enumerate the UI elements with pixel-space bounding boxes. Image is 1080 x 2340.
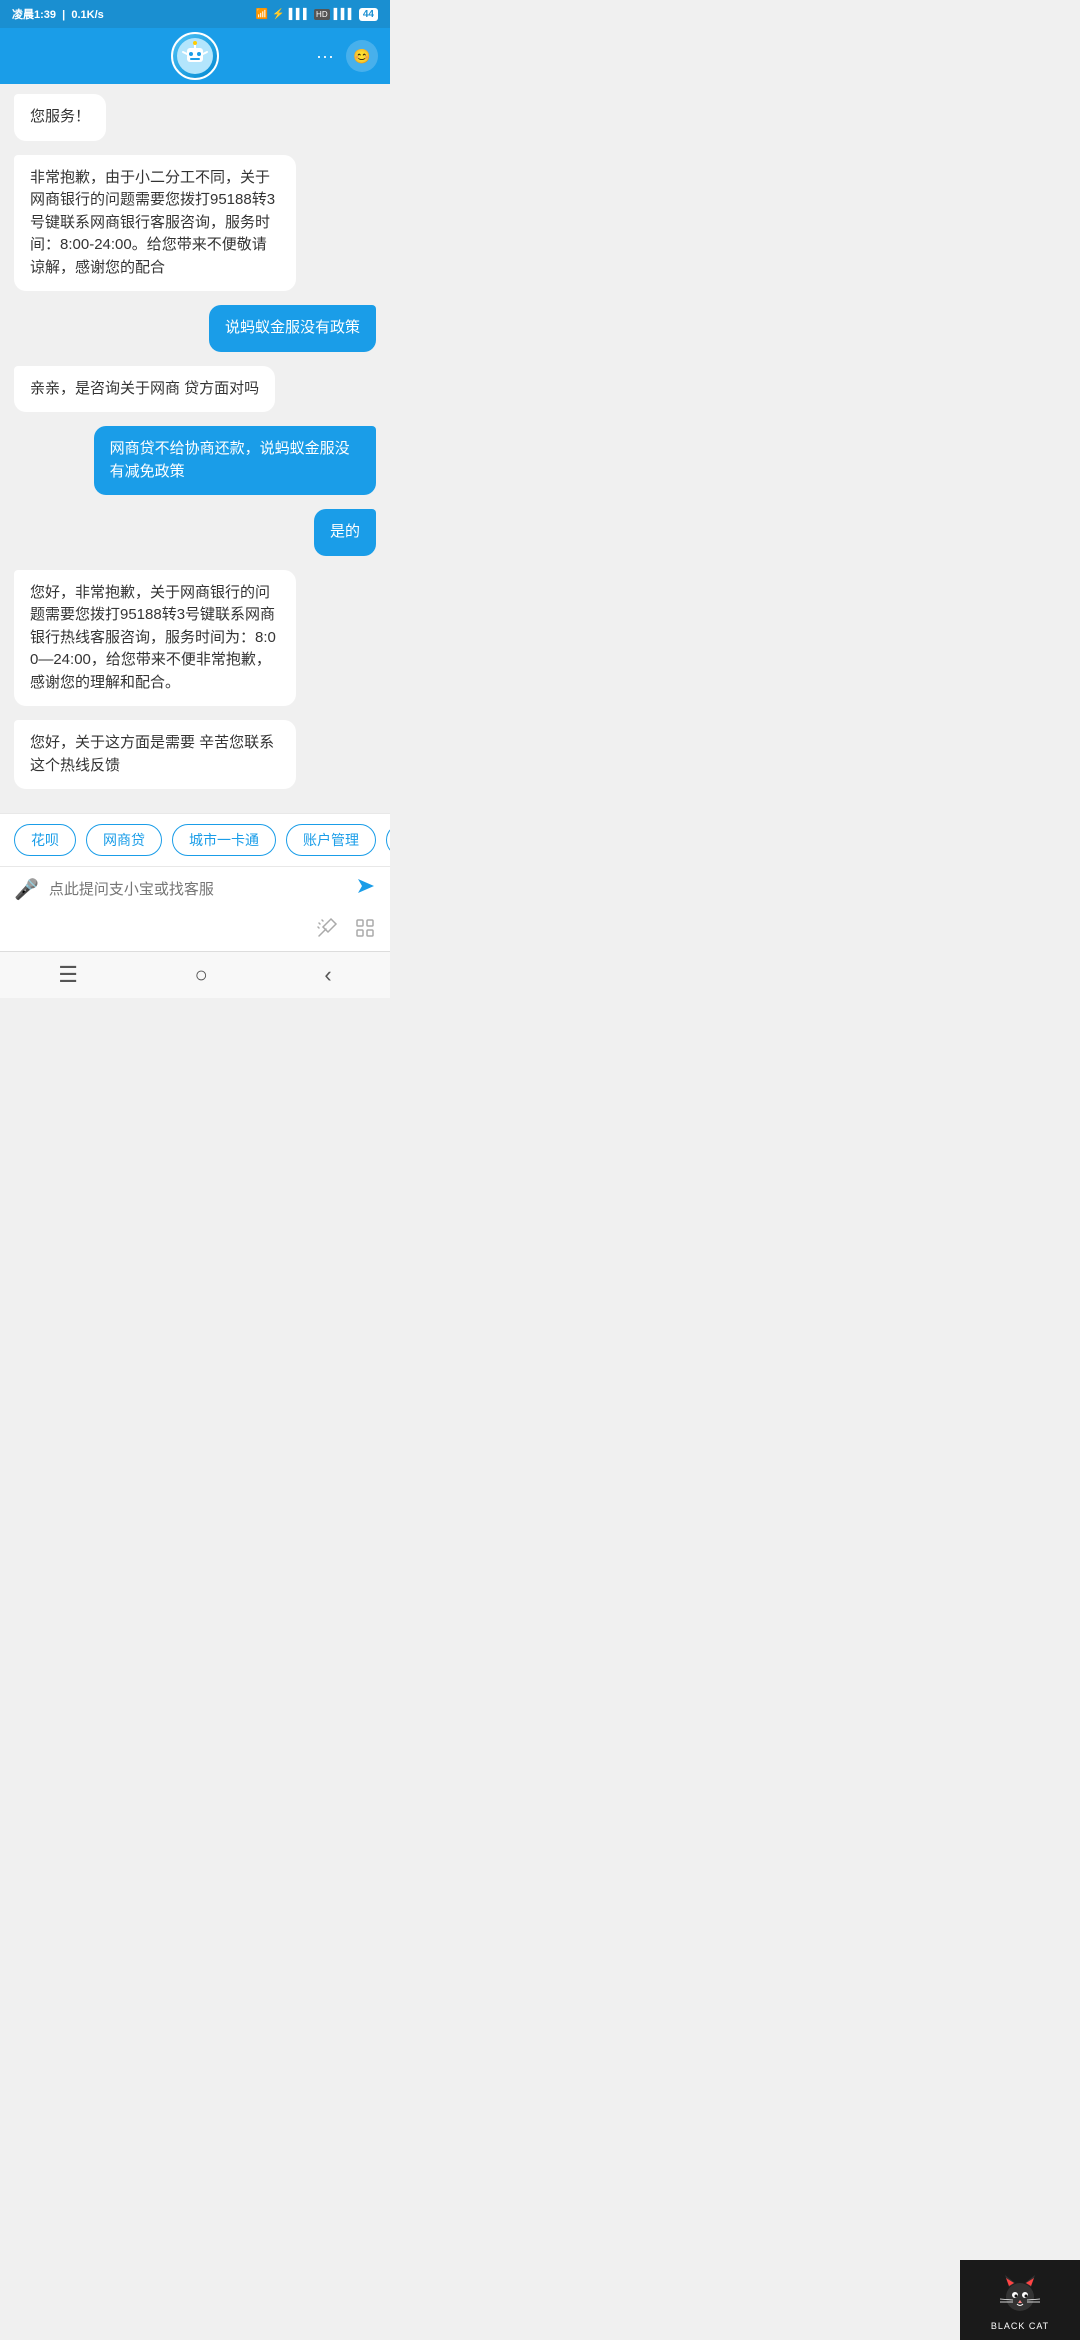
- status-time-speed: 凌晨1:39 | 0.1K/s: [12, 6, 104, 22]
- message-bubble: 亲亲，是咨询关于网商 贷方面对吗: [14, 366, 275, 413]
- quick-tag-huabei[interactable]: 花呗: [14, 824, 76, 856]
- input-area: 🎤: [0, 866, 390, 911]
- message-bubble: 您好，关于这方面是需要 辛苦您联系这个热线反馈: [14, 720, 296, 789]
- bottom-navigation: ☰ ○ ‹: [0, 951, 390, 998]
- quick-tag-account[interactable]: 账户管理: [286, 824, 376, 856]
- bluetooth-icon: ⚡: [272, 9, 284, 20]
- message-text: 网商贷不给协商还款，说蚂蚁金服没有减免政策: [110, 440, 350, 480]
- feedback-button[interactable]: 😊: [346, 40, 378, 72]
- message-text: 您好，关于这方面是需要 辛苦您联系这个热线反馈: [30, 734, 274, 774]
- quick-tags-bar: 花呗 网商贷 城市一卡通 账户管理 账: [0, 813, 390, 866]
- quick-tag-more[interactable]: 账: [386, 824, 390, 856]
- message-bubble: 是的: [314, 509, 376, 556]
- nav-menu-icon[interactable]: ☰: [58, 962, 78, 988]
- hd-badge: HD: [314, 9, 330, 20]
- send-button[interactable]: [354, 875, 376, 903]
- message-text: 亲亲，是咨询关于网商 贷方面对吗: [30, 380, 259, 397]
- status-bar: 凌晨1:39 | 0.1K/s 📶 ⚡ ▌▌▌ HD ▌▌▌ 44: [0, 0, 390, 28]
- battery-indicator: 44: [359, 8, 378, 21]
- signal-icon-2: ▌▌▌: [334, 9, 355, 20]
- message-bubble: 说蚂蚁金服没有政策: [209, 305, 376, 352]
- message-row: 您好，关于这方面是需要 辛苦您联系这个热线反馈: [14, 720, 376, 789]
- grid-tool-icon[interactable]: [354, 917, 376, 945]
- message-text: 是的: [330, 523, 360, 540]
- message-bubble: 网商贷不给协商还款，说蚂蚁金服没有减免政策: [94, 426, 376, 495]
- message-row: 亲亲，是咨询关于网商 贷方面对吗: [14, 366, 376, 413]
- chat-area: 您服务！ 非常抱歉，由于小二分工不同，关于网商银行的问题需要您拨打95188转3…: [0, 84, 390, 813]
- header-actions: ··· 😊: [316, 40, 378, 72]
- message-bubble: 您好，非常抱歉，关于网商银行的问题需要您拨打95188转3号键联系网商银行热线客…: [14, 570, 296, 707]
- message-text: 说蚂蚁金服没有政策: [225, 319, 360, 336]
- bot-avatar: [171, 32, 219, 80]
- watermark-label: BLACK CAT: [991, 2321, 1049, 2331]
- wifi-icon: 📶: [256, 9, 268, 20]
- nav-home-icon[interactable]: ○: [195, 962, 208, 988]
- message-bubble: 您服务！: [14, 94, 106, 141]
- message-bubble: 非常抱歉，由于小二分工不同，关于网商银行的问题需要您拨打95188转3号键联系网…: [14, 155, 296, 292]
- mic-icon[interactable]: 🎤: [14, 877, 39, 902]
- quick-tag-wangshangdai[interactable]: 网商贷: [86, 824, 162, 856]
- quick-tag-citycard[interactable]: 城市一卡通: [172, 824, 276, 856]
- nav-back-icon[interactable]: ‹: [324, 962, 331, 988]
- message-row: 是的: [14, 509, 376, 556]
- tool-row: [0, 911, 390, 951]
- message-text: 您好，非常抱歉，关于网商银行的问题需要您拨打95188转3号键联系网商银行热线客…: [30, 584, 276, 691]
- chat-input[interactable]: [49, 881, 344, 898]
- message-row: 说蚂蚁金服没有政策: [14, 305, 376, 352]
- signal-icon: ▌▌▌: [289, 9, 310, 20]
- status-speed: 0.1K/s: [71, 9, 103, 21]
- message-row: 您好，非常抱歉，关于网商银行的问题需要您拨打95188转3号键联系网商银行热线客…: [14, 570, 376, 707]
- status-icons: 📶 ⚡ ▌▌▌ HD ▌▌▌ 44: [256, 8, 378, 21]
- message-row: 非常抱歉，由于小二分工不同，关于网商银行的问题需要您拨打95188转3号键联系网…: [14, 155, 376, 292]
- message-text: 非常抱歉，由于小二分工不同，关于网商银行的问题需要您拨打95188转3号键联系网…: [30, 169, 275, 276]
- blackcat-watermark: BLACK CAT: [960, 2260, 1080, 2340]
- message-row: 网商贷不给协商还款，说蚂蚁金服没有减免政策: [14, 426, 376, 495]
- status-time: 凌晨1:39: [12, 9, 56, 21]
- chat-header: ··· 😊: [0, 28, 390, 84]
- message-text: 您服务！: [30, 108, 90, 125]
- more-menu-button[interactable]: ···: [316, 46, 334, 67]
- message-row: 您服务！: [14, 94, 376, 141]
- magic-tool-icon[interactable]: [316, 917, 338, 945]
- blackcat-logo-icon: [995, 2269, 1045, 2319]
